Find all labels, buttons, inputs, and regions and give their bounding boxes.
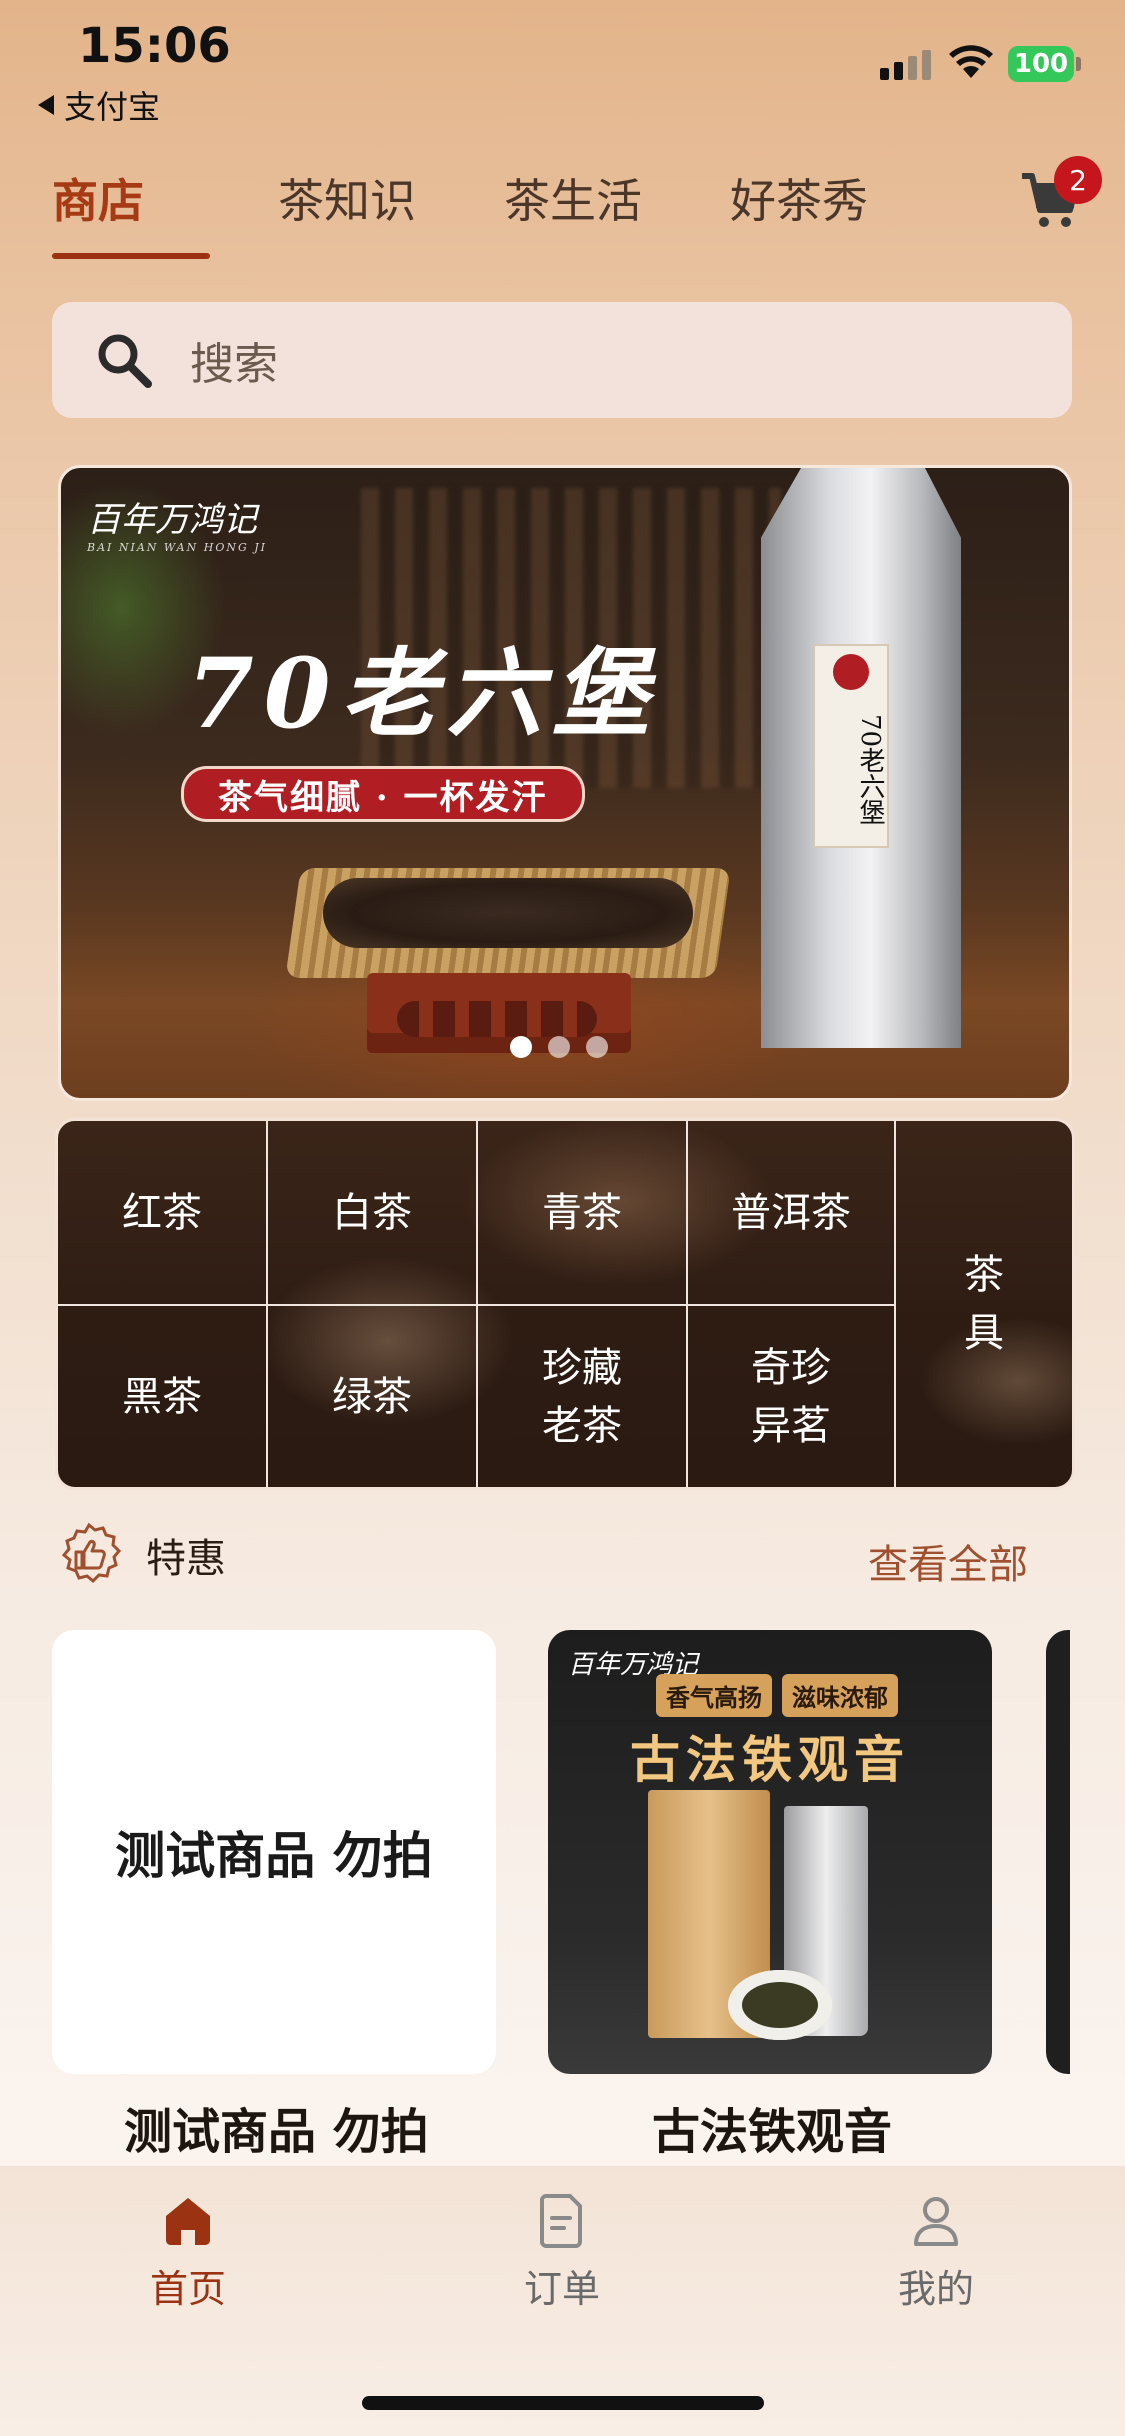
- product-image-text: 测试商品 勿拍: [115, 1827, 433, 1885]
- see-all-link[interactable]: 查看全部: [868, 1532, 1028, 1590]
- product-card[interactable]: 测试商品 勿拍: [52, 1630, 496, 2074]
- product-tags: 香气高扬 滋味浓郁: [656, 1674, 898, 1717]
- search-placeholder: 搜索: [190, 339, 278, 390]
- active-tab-indicator: [52, 253, 210, 259]
- banner-slogan: 茶气细腻 · 一杯发汗: [181, 766, 585, 822]
- banner-dot[interactable]: [586, 1036, 608, 1058]
- promo-banner[interactable]: 百年万鸿记 BAI NIAN WAN HONG JI 70老六堡 茶气细腻 · …: [58, 465, 1072, 1101]
- tea-plate-image: [728, 1970, 832, 2040]
- package-label-text: 70老六堡: [855, 714, 885, 826]
- battery-icon: 100: [1008, 46, 1074, 82]
- back-to-app-link[interactable]: 支付宝: [38, 82, 160, 128]
- product-name[interactable]: 测试商品 勿拍: [124, 2092, 429, 2162]
- product-card-partial[interactable]: [1046, 1630, 1070, 2074]
- product-tag: 香气高扬: [656, 1674, 772, 1717]
- category-black-tea-red[interactable]: 红茶: [58, 1121, 266, 1304]
- search-icon: [98, 334, 152, 388]
- battery-tip: [1076, 57, 1081, 71]
- nav-home[interactable]: 首页: [88, 2190, 288, 2313]
- wifi-icon: [949, 45, 993, 78]
- banner-dot[interactable]: [510, 1036, 532, 1058]
- product-image-title: 古法铁观音: [630, 1730, 910, 1789]
- category-oolong-tea[interactable]: 青茶: [478, 1121, 686, 1304]
- special-offers-title: 特惠: [146, 1536, 226, 1582]
- banner-brand-subtext: BAI NIAN WAN HONG JI: [87, 541, 268, 554]
- back-arrow-icon: [38, 95, 54, 115]
- product-card[interactable]: 百年万鸿记 香气高扬 滋味浓郁 古法铁观音: [548, 1630, 992, 2074]
- product-name[interactable]: 古法铁观音: [652, 2092, 892, 2162]
- document-icon: [540, 2194, 582, 2248]
- tea-leaves-image: [323, 878, 693, 948]
- cellular-signal-icon: [880, 50, 931, 80]
- tab-good-tea-show[interactable]: 好茶秀: [730, 165, 956, 231]
- nav-orders-label: 订单: [523, 2267, 600, 2311]
- category-white-tea[interactable]: 白茶: [268, 1121, 476, 1304]
- tab-shop[interactable]: 商店: [52, 165, 278, 231]
- status-time: 15:06: [78, 18, 231, 74]
- nav-orders[interactable]: 订单: [462, 2190, 662, 2313]
- product-tag: 滋味浓郁: [782, 1674, 898, 1717]
- nav-profile[interactable]: 我的: [836, 2190, 1036, 2313]
- package-label: 70老六堡: [813, 644, 889, 848]
- home-indicator: [362, 2396, 764, 2410]
- banner-brand-logo: 百年万鸿记 BAI NIAN WAN HONG JI: [87, 492, 267, 554]
- grid-divider: [894, 1121, 896, 1487]
- back-app-label: 支付宝: [64, 88, 161, 126]
- nav-profile-label: 我的: [897, 2267, 974, 2311]
- banner-dot[interactable]: [548, 1036, 570, 1058]
- grid-divider: [58, 1304, 894, 1306]
- top-tab-bar: 商店 茶知识 茶生活 好茶秀: [52, 165, 956, 231]
- special-offers-header: 特惠: [56, 1522, 226, 1588]
- thumbs-up-badge-icon: [61, 1522, 122, 1584]
- home-icon: [166, 2198, 210, 2245]
- banner-pagination: [510, 1036, 608, 1058]
- nav-home-label: 首页: [149, 2267, 226, 2311]
- category-puer-tea[interactable]: 普洱茶: [688, 1121, 894, 1304]
- category-aged-tea[interactable]: 珍藏 老茶: [478, 1306, 686, 1487]
- tab-tea-life[interactable]: 茶生活: [504, 165, 730, 231]
- category-tea-ware[interactable]: 茶 具: [896, 1121, 1072, 1487]
- banner-brand-text: 百年万鸿记: [87, 500, 257, 540]
- user-icon: [914, 2197, 958, 2246]
- package-seal: [833, 654, 869, 690]
- banner-title: 70老六堡: [187, 637, 659, 750]
- category-rare-tea[interactable]: 奇珍 异茗: [688, 1306, 894, 1487]
- search-input[interactable]: 搜索: [52, 302, 1072, 418]
- category-dark-tea[interactable]: 黑茶: [58, 1306, 266, 1487]
- category-grid: 红茶 白茶 青茶 普洱茶 黑茶 绿茶 珍藏 老茶 奇珍 异茗 茶 具: [55, 1118, 1075, 1490]
- category-green-tea[interactable]: 绿茶: [268, 1306, 476, 1487]
- tab-tea-knowledge[interactable]: 茶知识: [278, 165, 504, 231]
- cart-badge: 2: [1054, 156, 1102, 204]
